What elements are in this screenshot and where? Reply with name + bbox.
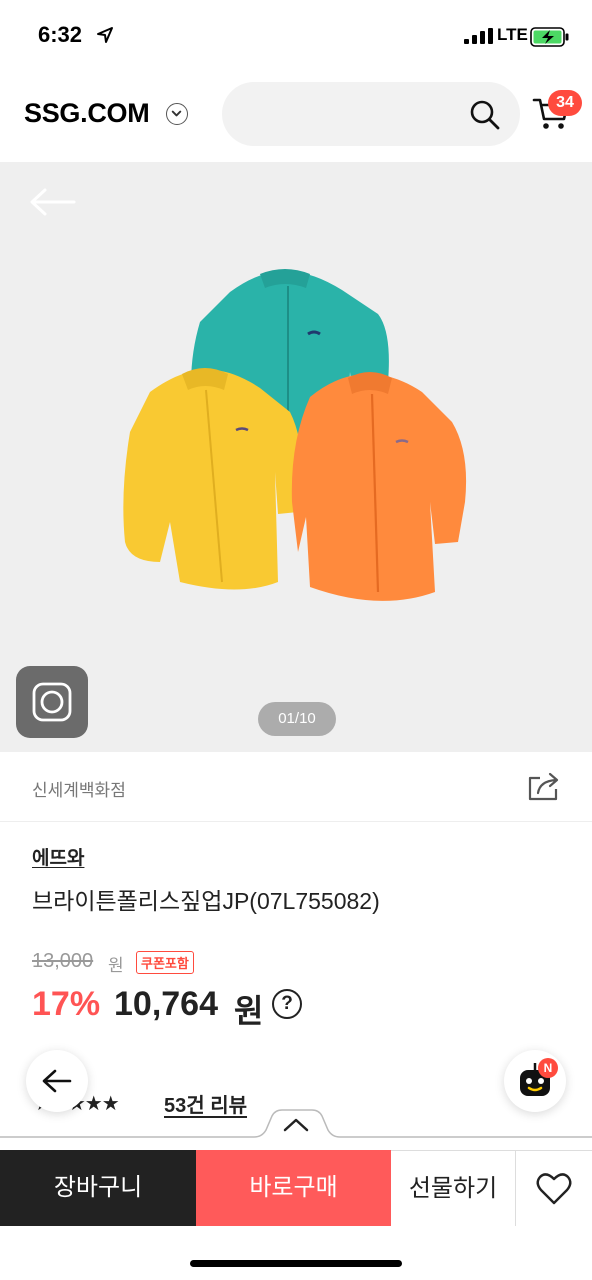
product-image-gallery[interactable]: 01/10 [0,162,592,752]
camera-lens-icon [32,682,72,722]
cart-count-badge: 34 [548,90,582,116]
status-bar: 6:32 LTE [0,0,592,70]
sale-price-unit: 원 [234,993,264,1029]
chatbot-button[interactable] [504,1050,566,1112]
search-icon[interactable] [468,98,502,132]
network-type: LTE [497,25,528,44]
coupon-badge: 쿠폰포함 [136,951,194,974]
home-indicator [190,1260,402,1267]
bottom-action-bar: 장바구니 바로구매 선물하기 [0,1150,592,1226]
gift-button[interactable]: 선물하기 [391,1150,516,1226]
status-time: 6:32 [38,22,83,47]
price-help-icon[interactable]: ? [272,989,302,1019]
search-input[interactable] [222,82,520,146]
robot-icon [520,1063,550,1096]
brand-link[interactable]: 에뜨와 [32,843,84,870]
sale-price: 10,764 [114,985,218,1023]
yellow-jacket [123,368,303,590]
floating-back-button[interactable] [26,1050,88,1112]
add-to-cart-button[interactable]: 장바구니 [0,1150,196,1226]
store-name[interactable]: 신세계백화점 [32,776,126,801]
chevron-down-icon[interactable] [166,103,188,125]
heart-icon [536,1173,572,1205]
buy-now-button[interactable]: 바로구매 [196,1150,391,1226]
battery-charging-icon [530,27,569,47]
location-arrow-icon [97,27,113,43]
discount-rate: 17% [32,985,101,1023]
back-arrow-icon[interactable] [28,186,76,218]
store-row: 신세계백화점 [0,752,592,822]
chatbot-new-badge: N [538,1058,558,1078]
original-price-unit: 원 [108,956,124,975]
original-price: 13,000 [32,950,94,972]
wishlist-button[interactable] [516,1150,592,1226]
image-pager: 01/10 [258,702,336,736]
product-title: 브라이튼폴리스짚업JP(07L755082) [32,888,380,914]
orange-jacket [291,372,467,601]
ssg-logo[interactable]: SSG.COM [24,98,150,129]
product-photo [123,269,467,601]
signal-icon [464,28,493,44]
share-icon[interactable] [526,771,562,801]
app-header: SSG.COM [0,78,592,154]
visual-search-button[interactable] [16,666,88,738]
arrow-left-icon [42,1069,72,1093]
expand-sheet-handle[interactable] [0,1108,592,1152]
